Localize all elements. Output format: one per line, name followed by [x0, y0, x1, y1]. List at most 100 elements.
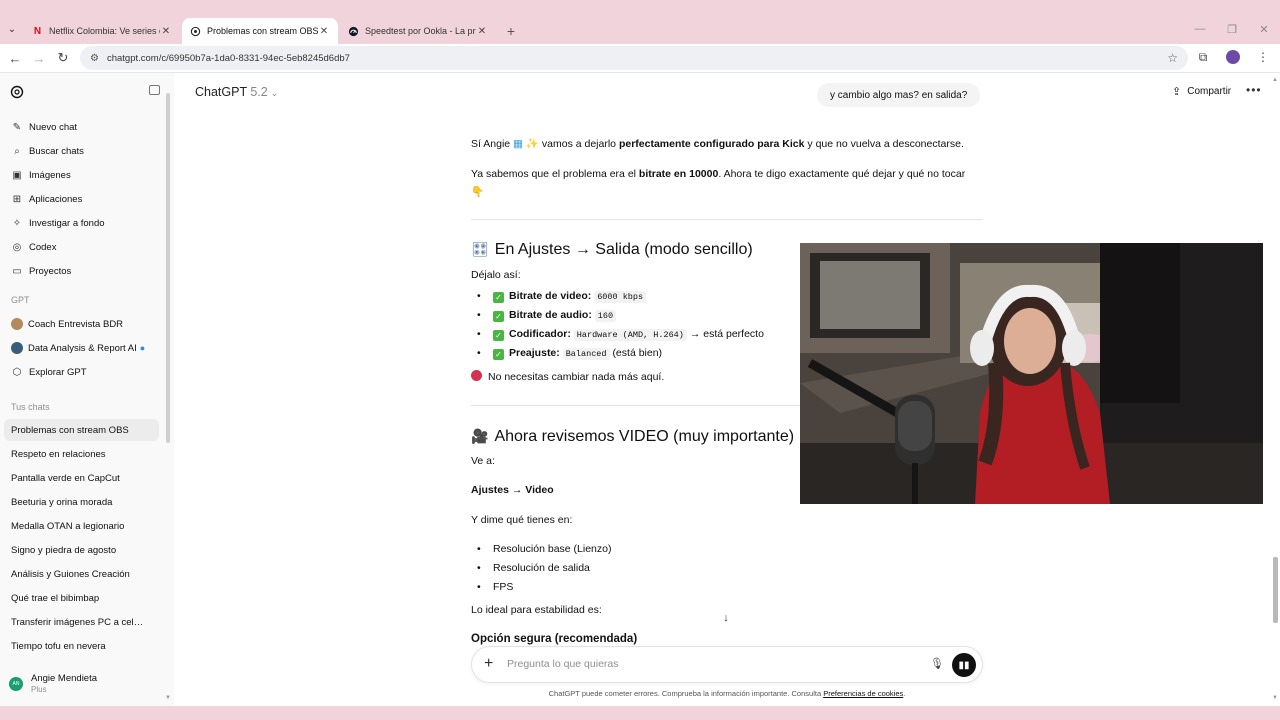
- tab-speedtest[interactable]: Speedtest por Ookla - La prueb… ✕: [340, 18, 496, 44]
- chat-item[interactable]: Qué trae el bibimbap: [4, 587, 159, 609]
- close-tab-icon[interactable]: ✕: [476, 26, 488, 37]
- sidebar-top: [10, 85, 160, 99]
- close-tab-icon[interactable]: ✕: [318, 26, 330, 37]
- scroll-up-icon[interactable]: ▲: [1272, 77, 1278, 83]
- sidebar-item-new-chat[interactable]: ✎ Nuevo chat: [4, 116, 159, 138]
- restore-icon[interactable]: ❐: [1216, 14, 1248, 44]
- scroll-down-icon[interactable]: ▼: [1272, 695, 1278, 701]
- add-attachment-icon[interactable]: +: [484, 655, 493, 673]
- sidebar-item-label: Data Analysis & Report AI: [28, 342, 137, 354]
- close-window-icon[interactable]: ✕: [1248, 14, 1280, 44]
- tab-netflix[interactable]: N Netflix Colombia: Ve series onl… ✕: [24, 18, 180, 44]
- forward-icon[interactable]: →: [27, 46, 51, 70]
- sidebar-scroll-down-icon[interactable]: ▼: [165, 695, 171, 701]
- scroll-to-bottom-button[interactable]: ↓: [718, 610, 734, 626]
- red-circle-icon: [471, 370, 482, 381]
- reload-icon[interactable]: ↻: [51, 46, 75, 70]
- chat-item[interactable]: Signo y piedra de agosto: [4, 539, 159, 561]
- chat-item[interactable]: Tiempo tofu en nevera: [4, 635, 159, 657]
- sidebar-item-search[interactable]: ⌕ Buscar chats: [4, 140, 159, 162]
- model-selector[interactable]: ChatGPT 5.2 ⌄: [195, 85, 278, 99]
- composer[interactable]: + Pregunta lo que quieras 🎙 ▮▮: [471, 646, 983, 683]
- code-value: 6000 kbps: [594, 291, 647, 303]
- check-icon: ✓: [493, 349, 504, 360]
- edit-icon: ✎: [12, 121, 22, 133]
- user-message-bubble: y cambio algo mas? en salida?: [817, 83, 981, 107]
- text: vamos a dejarlo: [541, 138, 617, 150]
- model-version: 5.2: [250, 85, 268, 99]
- sidebar: ✎ Nuevo chat ⌕ Buscar chats ▣ Imágenes ⊞ Apl…: [0, 73, 174, 707]
- site-info-icon[interactable]: ⚙: [90, 53, 99, 64]
- chat-item[interactable]: Problemas con stream OBS: [4, 419, 159, 441]
- share-icon: ⇪: [1172, 86, 1182, 98]
- tab-strip: ⌄ N Netflix Colombia: Ve series onl… ✕ P…: [0, 14, 1280, 44]
- new-tab-button[interactable]: +: [498, 18, 524, 44]
- list-item: ✓ Preajuste: Balanced (está bien): [471, 344, 764, 363]
- address-bar[interactable]: ⚙ chatgpt.com/c/69950b7a-1da0-8331-94ec-…: [80, 46, 1188, 70]
- chat-title: Medalla OTAN a legionario: [11, 520, 125, 532]
- image-icon: ▣: [12, 169, 22, 181]
- more-options-icon[interactable]: •••: [1246, 83, 1262, 97]
- heading-text: En Ajustes → Salida (modo sencillo): [494, 241, 753, 258]
- tab-title: Netflix Colombia: Ve series onl…: [49, 26, 160, 36]
- gpt-section-heading: GPT: [11, 295, 30, 305]
- bookmark-star-icon[interactable]: ☆: [1167, 51, 1178, 65]
- camera-emoji-icon: 🎥: [471, 428, 489, 444]
- webcam-overlay: [800, 243, 1263, 504]
- sidebar-item-label: Imágenes: [29, 169, 71, 181]
- tab-chatgpt[interactable]: Problemas con stream OBS ✕: [182, 18, 338, 44]
- list-item: Resolución de salida: [471, 559, 611, 578]
- research-icon: ✧: [12, 217, 22, 229]
- sidebar-item-label: Nuevo chat: [29, 121, 78, 133]
- tab-search-icon[interactable]: ⌄: [0, 14, 24, 44]
- divider: [471, 219, 983, 220]
- microphone-icon[interactable]: 🎙: [930, 657, 944, 670]
- cookie-preferences-link[interactable]: Preferencias de cookies: [823, 689, 903, 698]
- chat-item[interactable]: Análisis y Guiones Creación: [4, 563, 159, 585]
- globe-icon: ●: [139, 343, 146, 353]
- minimize-icon[interactable]: —: [1184, 14, 1216, 44]
- share-button[interactable]: ⇪ Compartir: [1172, 85, 1231, 98]
- voice-mode-button[interactable]: ▮▮: [952, 653, 976, 677]
- chat-title: Beeturia y orina morada: [11, 496, 113, 508]
- prompt-input[interactable]: Pregunta lo que quieras: [507, 658, 619, 670]
- list-item: ✓ Bitrate de audio: 160: [471, 306, 764, 325]
- profile-icon[interactable]: [1222, 46, 1244, 68]
- openai-logo-icon[interactable]: [10, 85, 24, 102]
- chat-item[interactable]: Pantalla verde en CapCut: [4, 467, 159, 489]
- code-value: Hardware (AMD, H.264): [573, 329, 687, 341]
- codex-icon: ◎: [12, 241, 22, 253]
- intro-paragraph: Sí Angie ▦ ✨ vamos a dejarlo perfectamen…: [471, 135, 983, 153]
- section-heading-video: 🎥 Ahora revisemos VIDEO (muy importante): [471, 427, 794, 446]
- sidebar-item-label: Investigar a fondo: [29, 217, 105, 229]
- sidebar-item-explore-gpts[interactable]: ⬡ Explorar GPT: [4, 361, 159, 383]
- browser-menu-icon[interactable]: ⋮: [1252, 46, 1274, 68]
- sidebar-item-gpt-data[interactable]: Data Analysis & Report AI ●: [4, 337, 159, 359]
- main-scrollbar[interactable]: [1273, 557, 1278, 623]
- chat-item[interactable]: Transferir imágenes PC a cel…: [4, 611, 159, 633]
- bold-text: bitrate en 10000: [638, 168, 719, 180]
- chat-title: Análisis y Guiones Creación: [11, 568, 130, 580]
- sidebar-item-apps[interactable]: ⊞ Aplicaciones: [4, 188, 159, 210]
- sidebar-item-projects[interactable]: ▭ Proyectos: [4, 260, 159, 282]
- user-profile[interactable]: AN Angie Mendieta Plus: [9, 673, 97, 694]
- speedtest-icon: [348, 26, 359, 37]
- back-icon[interactable]: ←: [3, 46, 27, 70]
- sliders-emoji-icon: 🎛: [471, 241, 489, 257]
- chat-item[interactable]: Beeturia y orina morada: [4, 491, 159, 513]
- chat-title: Pantalla verde en CapCut: [11, 472, 120, 484]
- toolbar-actions: ⧉ ⋮: [1192, 46, 1274, 68]
- sidebar-toggle-icon[interactable]: [149, 85, 160, 95]
- sidebar-scrollbar[interactable]: [166, 93, 170, 443]
- model-name: ChatGPT: [195, 85, 247, 99]
- sidebar-item-label: Explorar GPT: [29, 366, 87, 378]
- sidebar-item-gpt-coach[interactable]: Coach Entrevista BDR: [4, 313, 159, 335]
- sidebar-item-research[interactable]: ✧ Investigar a fondo: [4, 212, 159, 234]
- extensions-icon[interactable]: ⧉: [1192, 46, 1214, 68]
- close-tab-icon[interactable]: ✕: [160, 26, 172, 37]
- settings-list: ✓ Bitrate de video: 6000 kbps ✓ Bitrate de…: [471, 287, 764, 363]
- sidebar-item-codex[interactable]: ◎ Codex: [4, 236, 159, 258]
- chat-item[interactable]: Respeto en relaciones: [4, 443, 159, 465]
- sidebar-item-images[interactable]: ▣ Imágenes: [4, 164, 159, 186]
- chat-item[interactable]: Medalla OTAN a legionario: [4, 515, 159, 537]
